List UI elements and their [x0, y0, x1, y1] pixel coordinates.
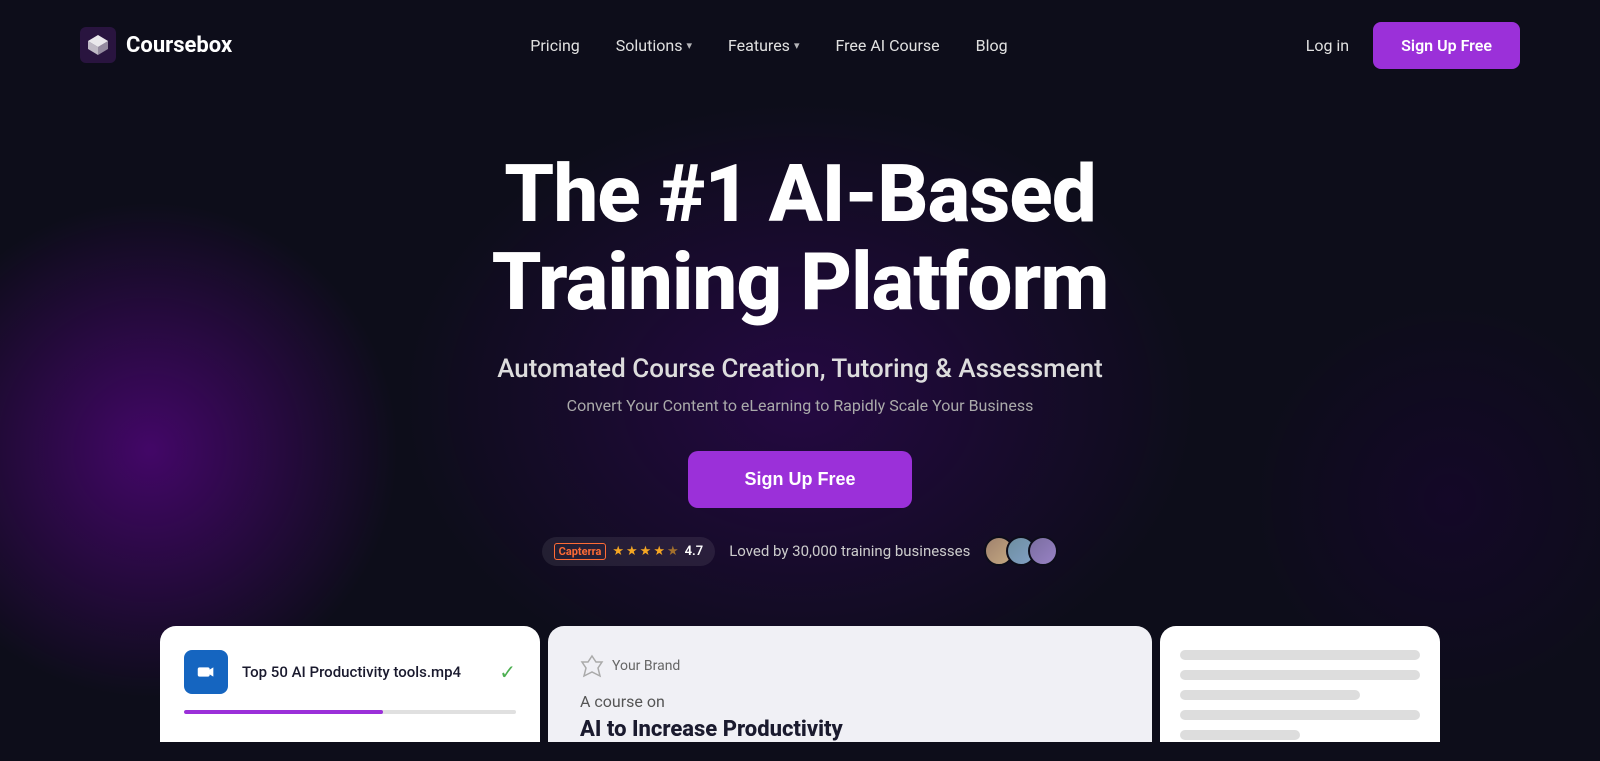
check-icon: ✓	[499, 660, 516, 684]
nav-actions: Log in Sign Up Free	[1306, 22, 1520, 69]
capterra-badge: Capterra ★ ★ ★ ★ ★ 4.7	[542, 537, 716, 566]
social-proof-text: Loved by 30,000 training businesses	[729, 542, 970, 560]
progress-fill	[184, 710, 383, 714]
hero-subtext: Convert Your Content to eLearning to Rap…	[567, 396, 1034, 415]
course-title-preview: AI to Increase Productivity	[580, 717, 1120, 742]
hero-title: The #1 AI-Based Training Platform	[492, 150, 1109, 326]
brand-header: Your Brand	[580, 654, 1120, 678]
logo-text: Coursebox	[126, 33, 232, 58]
hero-subtitle: Automated Course Creation, Tutoring & As…	[497, 354, 1103, 384]
content-line-3	[1180, 690, 1360, 700]
logo-icon	[80, 27, 116, 63]
content-line-1	[1180, 650, 1420, 660]
nav-free-ai-course[interactable]: Free AI Course	[835, 36, 939, 55]
avatar-3	[1028, 536, 1058, 566]
brand-label: Your Brand	[612, 658, 680, 674]
star-4: ★	[653, 544, 665, 559]
hero-section: The #1 AI-Based Training Platform Automa…	[0, 90, 1600, 566]
brand-diamond-icon	[580, 654, 604, 678]
card-upload: Top 50 AI Productivity tools.mp4 ✓	[160, 626, 540, 742]
capterra-logo: Capterra	[554, 543, 607, 560]
capterra-stars: ★ ★ ★ ★ ★	[612, 544, 678, 559]
content-line-4	[1180, 710, 1420, 720]
file-name: Top 50 AI Productivity tools.mp4	[242, 663, 485, 681]
nav-pricing[interactable]: Pricing	[530, 36, 580, 55]
nav-features[interactable]: Features ▾	[728, 36, 799, 55]
hero-signup-button[interactable]: Sign Up Free	[688, 451, 911, 508]
solutions-chevron-icon: ▾	[686, 39, 692, 52]
features-chevron-icon: ▾	[794, 39, 800, 52]
star-1: ★	[612, 544, 624, 559]
capterra-rating: 4.7	[685, 544, 704, 559]
star-2: ★	[626, 544, 638, 559]
content-lines	[1180, 650, 1420, 740]
nav-links: Pricing Solutions ▾ Features ▾ Free AI C…	[530, 36, 1007, 55]
card-course-preview: Your Brand A course on AI to Increase Pr…	[548, 626, 1152, 742]
star-3: ★	[640, 544, 652, 559]
logo-link[interactable]: Coursebox	[80, 27, 232, 63]
social-proof: Capterra ★ ★ ★ ★ ★ 4.7 Loved by 30,000 t…	[542, 536, 1059, 566]
video-file-icon	[184, 650, 228, 694]
cards-preview: Top 50 AI Productivity tools.mp4 ✓ Your …	[0, 626, 1600, 742]
content-line-5	[1180, 730, 1300, 740]
nav-signup-button[interactable]: Sign Up Free	[1373, 22, 1520, 69]
login-link[interactable]: Log in	[1306, 36, 1349, 55]
navbar: Coursebox Pricing Solutions ▾ Features ▾…	[0, 0, 1600, 90]
avatar-group	[984, 536, 1058, 566]
course-label: A course on	[580, 692, 1120, 711]
progress-bar	[184, 710, 516, 714]
nav-blog[interactable]: Blog	[976, 36, 1008, 55]
nav-solutions[interactable]: Solutions ▾	[616, 36, 692, 55]
card-content-lines	[1160, 626, 1440, 742]
content-line-2	[1180, 670, 1420, 680]
file-item: Top 50 AI Productivity tools.mp4 ✓	[184, 650, 516, 694]
star-5: ★	[667, 544, 679, 559]
